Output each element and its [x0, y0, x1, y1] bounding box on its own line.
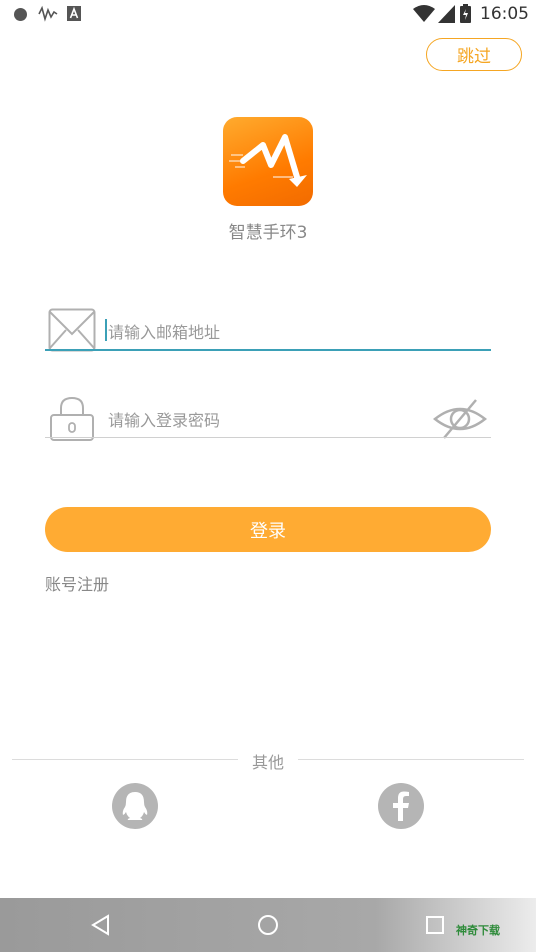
eye-hidden-icon[interactable] — [432, 397, 488, 441]
login-button[interactable]: 登录 — [45, 507, 491, 552]
facebook-icon — [393, 791, 409, 821]
text-caret — [105, 319, 107, 341]
email-input-underline — [45, 349, 491, 351]
cell-signal-icon — [438, 5, 455, 23]
back-icon[interactable] — [90, 914, 112, 936]
watermark-text: 神奇下载 — [456, 924, 500, 937]
home-icon[interactable] — [257, 914, 279, 936]
skip-button[interactable]: 跳过 — [426, 38, 522, 71]
navigation-bar: 神奇下载 — [0, 898, 536, 952]
status-time: 16:05 — [480, 4, 529, 24]
signal-wave-icon — [38, 5, 58, 22]
watermark-logo: 神奇下载 — [456, 922, 500, 938]
battery-icon — [460, 4, 471, 23]
divider-left — [12, 759, 238, 760]
qq-login-button[interactable] — [112, 783, 158, 829]
register-link[interactable]: 账号注册 — [45, 571, 109, 595]
recents-icon[interactable] — [425, 915, 445, 935]
app-name: 智慧手环3 — [228, 223, 308, 243]
status-bar: 16:05 — [0, 0, 536, 30]
a-letter-icon — [67, 6, 81, 21]
app-logo-icon — [223, 117, 313, 206]
divider-right — [298, 759, 524, 760]
password-input[interactable]: 请输入登录密码 — [108, 407, 220, 431]
facebook-login-button[interactable] — [378, 783, 424, 829]
password-input-underline — [45, 437, 491, 438]
envelope-icon — [48, 308, 96, 352]
other-label: 其他 — [251, 753, 284, 772]
notification-dot-icon — [14, 8, 27, 21]
wifi-icon — [413, 5, 435, 22]
lock-icon — [50, 396, 94, 441]
qq-icon — [122, 792, 148, 820]
email-input[interactable]: 请输入邮箱地址 — [108, 319, 220, 343]
